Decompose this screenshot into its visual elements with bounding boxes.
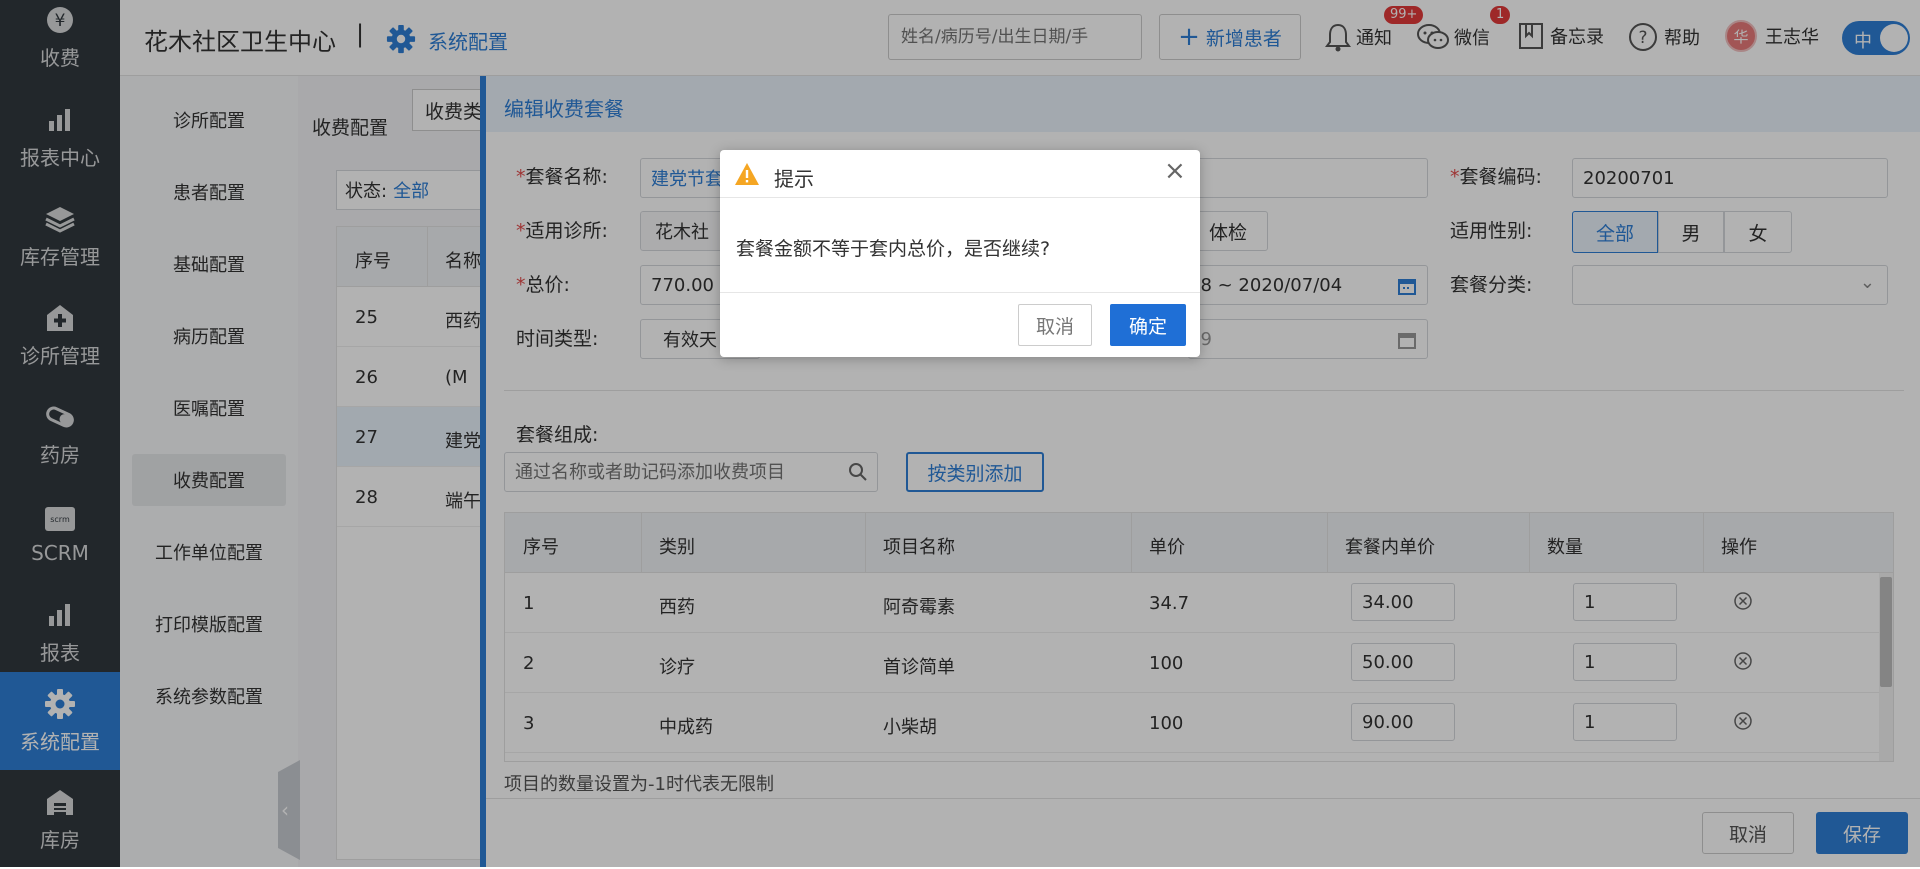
confirm-dialog: 提示 × 套餐金额不等于套内总价，是否继续? 取消 确定 [720, 150, 1200, 357]
dialog-message: 套餐金额不等于套内总价，是否继续? [736, 238, 1051, 260]
dialog-divider [720, 292, 1200, 293]
dialog-header: 提示 × [720, 150, 1200, 198]
dialog-confirm-button[interactable]: 确定 [1110, 304, 1186, 346]
dialog-cancel-button[interactable]: 取消 [1018, 304, 1092, 346]
close-icon[interactable]: × [1164, 158, 1186, 184]
warning-icon [734, 162, 760, 191]
modal-overlay [0, 0, 1920, 867]
dialog-title: 提示 [774, 167, 814, 191]
